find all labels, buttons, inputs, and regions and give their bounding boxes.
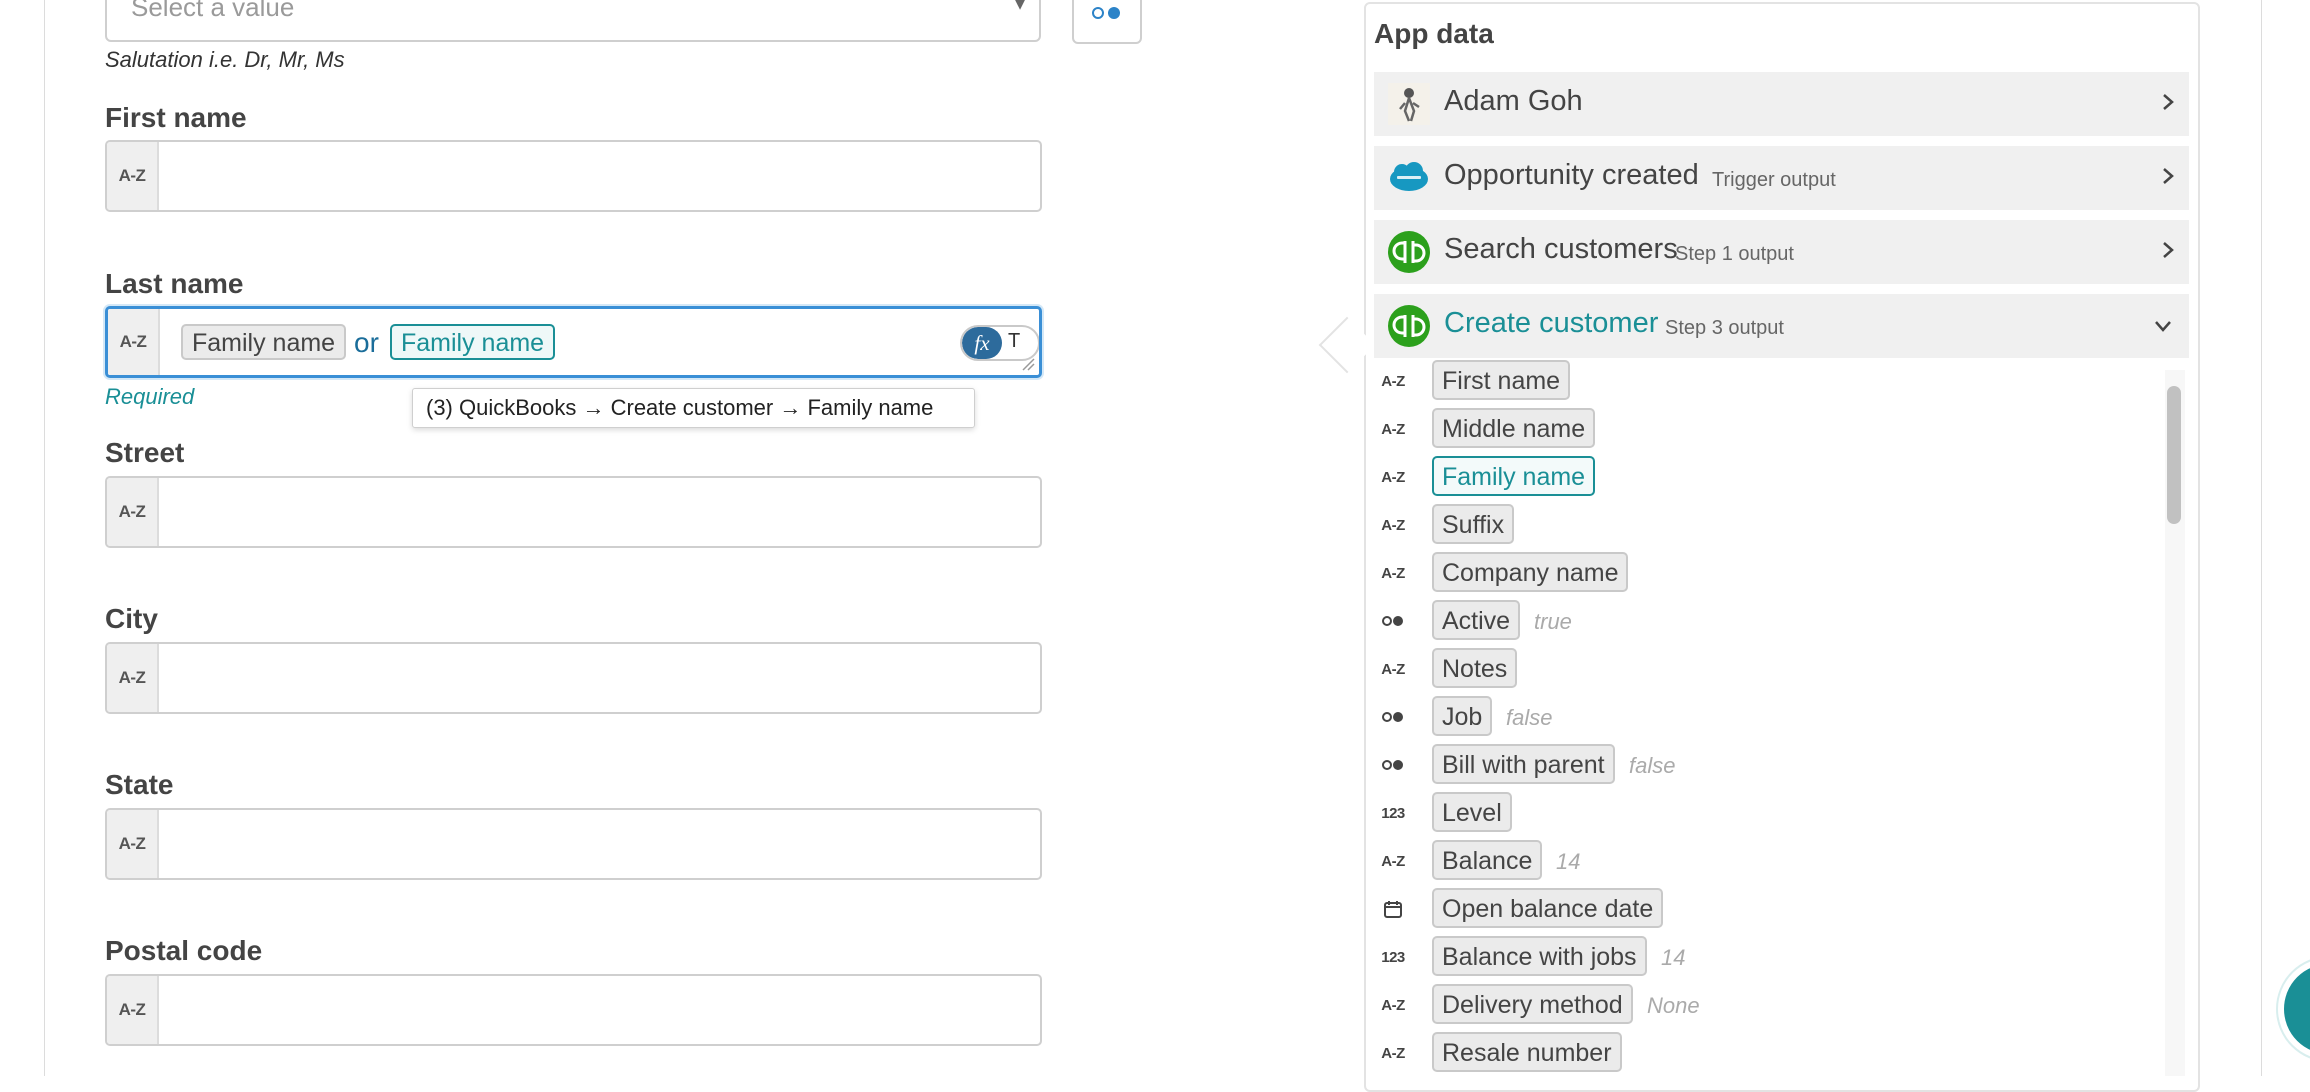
- number-type-icon: 123: [1381, 948, 1405, 966]
- chevron-right-icon: [2163, 94, 2174, 110]
- datapill-label[interactable]: Bill with parent: [1432, 744, 1615, 784]
- step-row-opportunity-created[interactable]: Opportunity created Trigger output: [1374, 146, 2189, 210]
- step-row-create-customer[interactable]: Create customer Step 3 output: [1374, 294, 2189, 358]
- text-type-icon: A-Z: [1381, 996, 1405, 1014]
- resize-handle-icon[interactable]: [1021, 357, 1035, 371]
- datapill-label[interactable]: Company name: [1432, 552, 1629, 592]
- datapill-label[interactable]: Delivery method: [1432, 984, 1633, 1024]
- help-chat-button[interactable]: [2278, 958, 2310, 1060]
- text-type-icon: A-Z: [1381, 516, 1405, 534]
- step-row-adam-goh[interactable]: Adam Goh: [1374, 72, 2189, 136]
- chevron-right-icon: [2163, 242, 2174, 258]
- step-row-search-customers[interactable]: Search customers Step 1 output: [1374, 220, 2189, 284]
- text-type-icon: A-Z: [1381, 564, 1405, 582]
- step-name: Create customer: [1444, 307, 1659, 339]
- datapill-label[interactable]: Active: [1432, 600, 1521, 640]
- datapill-label[interactable]: Open balance date: [1432, 888, 1664, 928]
- text-type-icon: A-Z: [1381, 468, 1405, 486]
- last-name-label: Last name: [105, 268, 244, 299]
- postal-code-label: Postal code: [105, 935, 263, 966]
- step-subtitle: Trigger output: [1712, 169, 1836, 191]
- text-type-icon: A-Z: [107, 142, 159, 210]
- boolean-type-icon: [1376, 756, 1410, 774]
- postal-code-input[interactable]: A-Z: [105, 974, 1042, 1046]
- datapill-label[interactable]: First name: [1432, 360, 1571, 400]
- datapill-sample-value: None: [1647, 993, 1700, 1018]
- datapill-label[interactable]: Notes: [1432, 648, 1518, 688]
- step-name: Search customers: [1444, 233, 1678, 265]
- text-type-icon: A-Z: [107, 976, 159, 1044]
- text-type-icon: A-Z: [107, 644, 159, 712]
- page-border: [44, 0, 45, 1076]
- text-type-icon: A-Z: [1381, 660, 1405, 678]
- text-type-icon: A-Z: [1381, 420, 1405, 438]
- datapill-sample-value: 14: [1556, 849, 1581, 874]
- state-input[interactable]: A-Z: [105, 808, 1042, 880]
- first-name-label: First name: [105, 102, 247, 133]
- page-border: [2261, 0, 2262, 1076]
- salutation-hint: Salutation i.e. Dr, Mr, Ms: [105, 47, 345, 72]
- text-type-icon: A-Z: [1381, 1044, 1405, 1062]
- last-name-input[interactable]: A-Z Family name or Family name fx T: [105, 306, 1042, 378]
- calendar-icon: [1376, 900, 1410, 918]
- text-type-icon: A-Z: [1381, 852, 1405, 870]
- boolean-type-icon: [1376, 612, 1410, 630]
- toggle-icon: [1092, 5, 1126, 21]
- state-label: State: [105, 769, 174, 800]
- or-operator: or: [354, 327, 379, 358]
- output-field-tree: A-Z First name A-Z Middle name A-Z Family nam…: [1376, 360, 2156, 1076]
- first-name-input[interactable]: A-Z: [105, 140, 1042, 212]
- salutation-select[interactable]: Select a value ▾: [105, 0, 1041, 42]
- datapill-family-name[interactable]: Family name: [181, 324, 347, 360]
- datapill-sample-value: 14: [1661, 945, 1686, 970]
- chevron-down-icon: ▾: [1014, 0, 1025, 15]
- user-avatar-icon: [1388, 83, 1430, 125]
- text-mode-t[interactable]: T: [1008, 330, 1020, 353]
- step-subtitle: Step 3 output: [1665, 317, 1784, 339]
- datapill-label[interactable]: Suffix: [1432, 504, 1515, 544]
- quickbooks-icon: [1388, 305, 1430, 347]
- app-data-title: App data: [1374, 18, 1494, 49]
- datapill-family-name-selected[interactable]: Family name: [390, 324, 556, 360]
- boolean-type-icon: [1376, 708, 1410, 726]
- salesforce-icon: [1390, 162, 1428, 191]
- datapill-label[interactable]: Balance with jobs: [1432, 936, 1647, 976]
- datapill-label[interactable]: Balance: [1432, 840, 1543, 880]
- datapill-sample-value: false: [1629, 753, 1676, 778]
- text-type-icon: A-Z: [107, 810, 159, 878]
- datapill-label[interactable]: Level: [1432, 792, 1512, 832]
- datapill-label[interactable]: Resale number: [1432, 1032, 1622, 1072]
- required-hint: Required: [105, 384, 195, 409]
- datapill-tooltip: (3) QuickBooks → Create customer → Famil…: [412, 388, 975, 428]
- quickbooks-icon: [1388, 231, 1430, 273]
- formula-mode-toggle[interactable]: fx T: [960, 325, 1039, 361]
- datapill-sample-value: true: [1534, 609, 1572, 634]
- datapill-sample-value: false: [1506, 705, 1553, 730]
- city-label: City: [105, 603, 158, 634]
- text-type-icon: A-Z: [108, 309, 160, 375]
- scrollbar-thumb[interactable]: [2167, 386, 2181, 524]
- street-label: Street: [105, 437, 185, 468]
- chevron-down-icon: [2155, 321, 2171, 332]
- step-name: Opportunity created: [1444, 159, 1699, 191]
- city-input[interactable]: A-Z: [105, 642, 1042, 714]
- salutation-placeholder: Select a value: [131, 0, 295, 22]
- datapill-label[interactable]: Job: [1432, 696, 1493, 736]
- step-subtitle: Step 1 output: [1675, 243, 1794, 265]
- street-input[interactable]: A-Z: [105, 476, 1042, 548]
- text-type-icon: A-Z: [107, 478, 159, 546]
- chevron-right-icon: [2163, 168, 2174, 184]
- datapill-label[interactable]: Family name: [1432, 456, 1596, 496]
- formula-toggle-button[interactable]: [1072, 0, 1142, 44]
- text-type-icon: A-Z: [1381, 372, 1405, 390]
- formula-mode-fx[interactable]: fx: [962, 327, 1002, 359]
- number-type-icon: 123: [1381, 804, 1405, 822]
- step-name: Adam Goh: [1444, 85, 1583, 117]
- datapill-label[interactable]: Middle name: [1432, 408, 1596, 448]
